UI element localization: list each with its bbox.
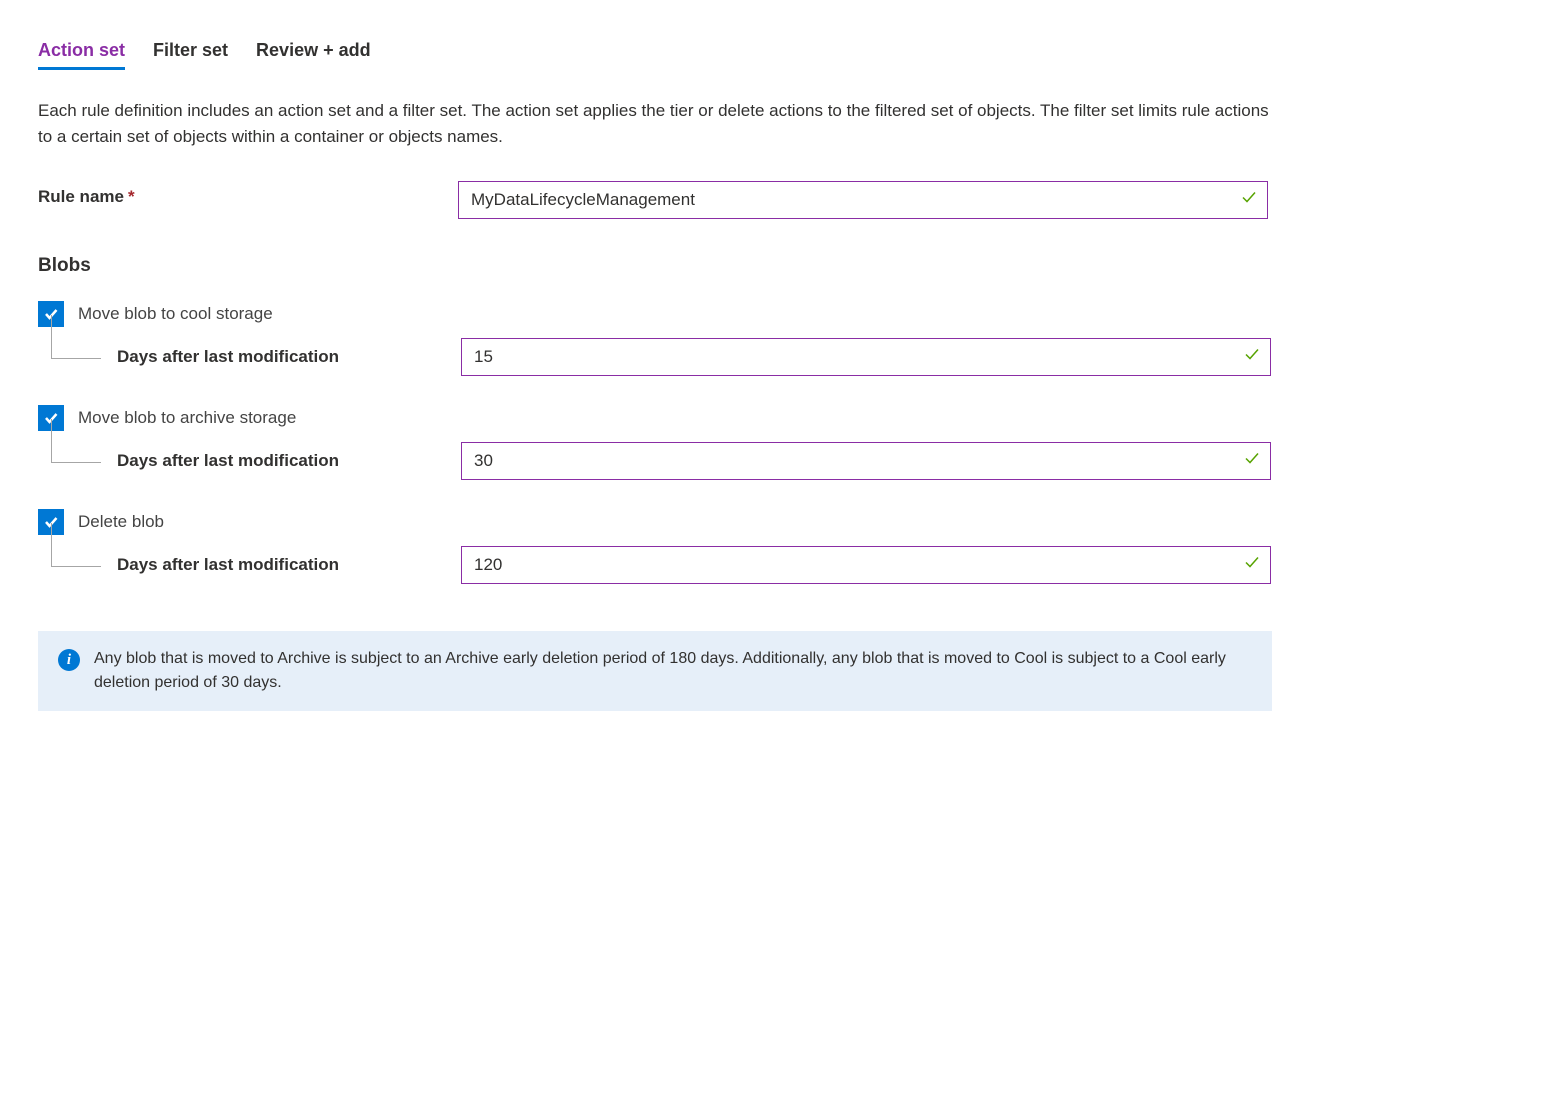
delete-blob-label: Delete blob <box>78 512 164 532</box>
info-icon: i <box>58 649 80 671</box>
archive-storage-option: Move blob to archive storage Days after … <box>38 405 1523 481</box>
rule-name-label: Rule name* <box>38 181 458 207</box>
tree-connector <box>41 545 111 585</box>
cool-days-input[interactable] <box>461 338 1271 376</box>
checkmark-icon <box>1243 554 1261 577</box>
cool-days-label: Days after last modification <box>111 347 461 367</box>
required-indicator: * <box>128 187 135 206</box>
cool-storage-label: Move blob to cool storage <box>78 304 273 324</box>
rule-name-input[interactable] <box>458 181 1268 219</box>
delete-days-label: Days after last modification <box>111 555 461 575</box>
archive-days-label: Days after last modification <box>111 451 461 471</box>
rule-name-row: Rule name* <box>38 181 1523 219</box>
tree-connector <box>41 337 111 377</box>
info-box: i Any blob that is moved to Archive is s… <box>38 631 1272 711</box>
tab-bar: Action set Filter set Review + add <box>38 40 1523 70</box>
archive-days-input[interactable] <box>461 442 1271 480</box>
checkmark-icon <box>1243 450 1261 473</box>
page-description: Each rule definition includes an action … <box>38 98 1278 149</box>
checkmark-icon <box>1243 346 1261 369</box>
info-message: Any blob that is moved to Archive is sub… <box>94 647 1252 695</box>
tab-filter-set[interactable]: Filter set <box>153 40 228 70</box>
cool-storage-option: Move blob to cool storage Days after las… <box>38 301 1523 377</box>
delete-blob-option: Delete blob Days after last modification <box>38 509 1523 585</box>
blobs-heading: Blobs <box>38 255 1523 277</box>
tree-connector <box>41 441 111 481</box>
delete-days-input[interactable] <box>461 546 1271 584</box>
archive-storage-label: Move blob to archive storage <box>78 408 296 428</box>
tab-review-add[interactable]: Review + add <box>256 40 371 70</box>
checkmark-icon <box>1240 189 1258 212</box>
tab-action-set[interactable]: Action set <box>38 40 125 70</box>
